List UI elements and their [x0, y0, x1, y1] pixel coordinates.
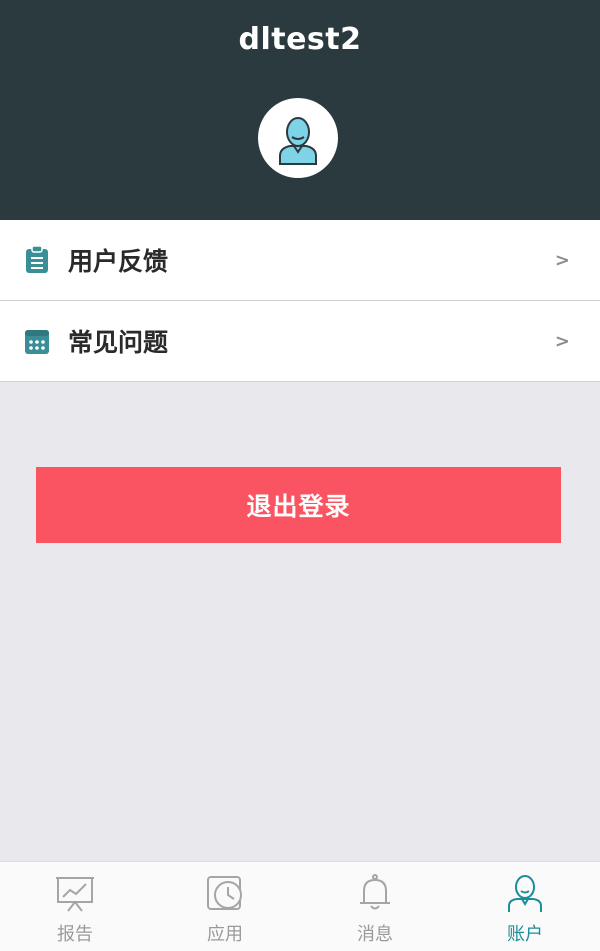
- user-avatar-icon: [279, 117, 317, 165]
- chevron-right-icon: >: [554, 249, 570, 271]
- username: dltest2: [238, 22, 362, 57]
- tab-account[interactable]: 账户: [450, 862, 600, 951]
- tab-label: 报告: [57, 924, 93, 945]
- bell-icon: [353, 872, 397, 914]
- menu-item-feedback[interactable]: 用户反馈 >: [0, 220, 600, 301]
- calendar-grid-icon: [24, 327, 50, 355]
- tab-label: 账户: [507, 924, 543, 945]
- settings-menu: 用户反馈 > 常见问题 >: [0, 220, 600, 382]
- menu-item-label: 常见问题: [68, 328, 169, 357]
- tab-apps[interactable]: 应用: [150, 862, 300, 951]
- menu-item-label: 用户反馈: [68, 247, 169, 276]
- clock-app-icon: [203, 872, 247, 914]
- chevron-right-icon: >: [554, 330, 570, 352]
- tab-label: 消息: [357, 924, 393, 945]
- tab-messages[interactable]: 消息: [300, 862, 450, 951]
- user-icon: [503, 872, 547, 914]
- menu-item-faq[interactable]: 常见问题 >: [0, 301, 600, 382]
- logout-button[interactable]: 退出登录: [36, 467, 561, 543]
- tab-report[interactable]: 报告: [0, 862, 150, 951]
- avatar[interactable]: [258, 98, 338, 178]
- bottom-tab-bar: 报告 应用 消息 账户: [0, 861, 600, 951]
- report-chart-icon: [53, 872, 97, 914]
- account-page: dltest2 用户反馈 > 常见问题 > 退出登录 报告 应用 消息 账户: [0, 0, 600, 951]
- profile-header: dltest2: [0, 0, 600, 220]
- tab-label: 应用: [207, 924, 243, 945]
- clipboard-icon: [24, 246, 50, 274]
